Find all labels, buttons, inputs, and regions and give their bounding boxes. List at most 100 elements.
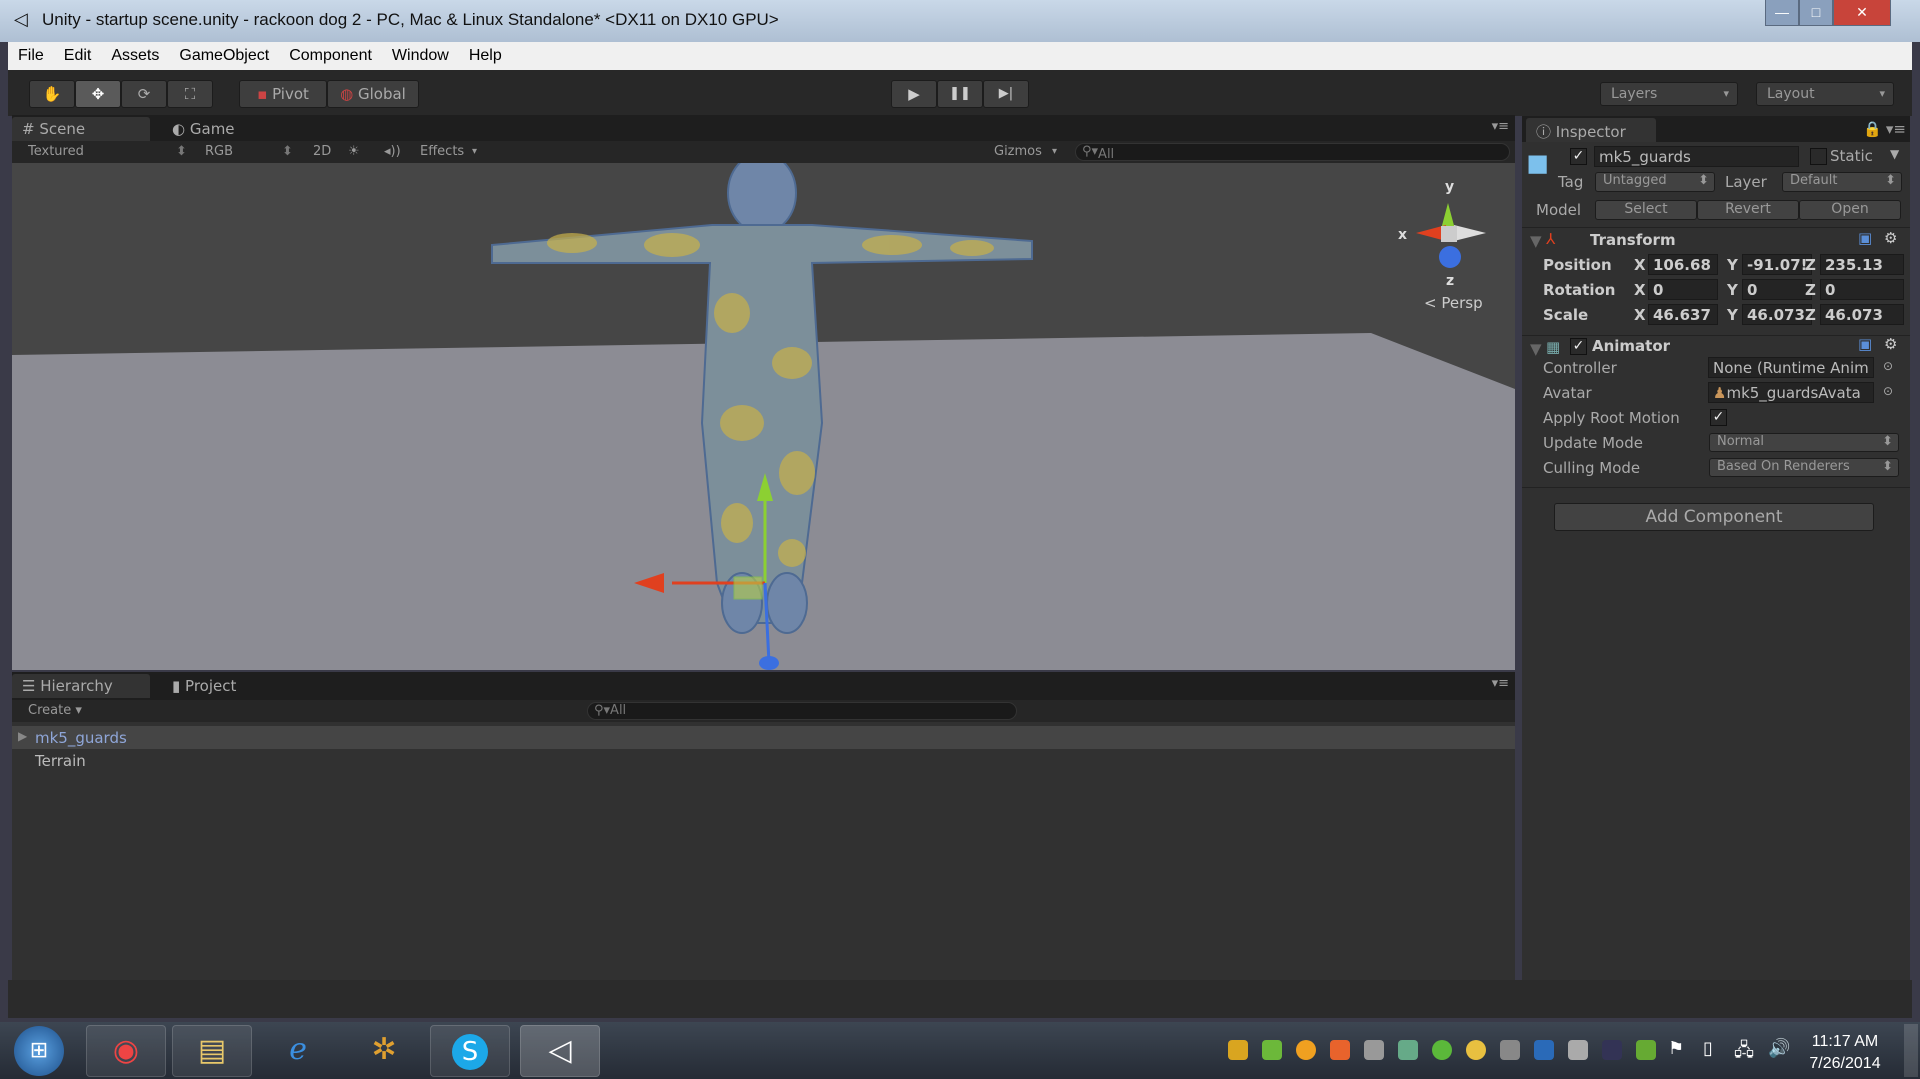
tab-inspector[interactable]: ⓘ Inspector: [1526, 118, 1656, 142]
add-component-button[interactable]: Add Component: [1554, 503, 1874, 531]
menu-component[interactable]: Component: [279, 42, 382, 70]
tray-disc-icon[interactable]: [1466, 1040, 1486, 1060]
tray-usb-icon[interactable]: [1398, 1040, 1418, 1060]
clock[interactable]: 11:17 AM 7/26/2014: [1800, 1031, 1890, 1075]
taskbar-chrome-icon[interactable]: ◉: [86, 1025, 166, 1077]
model-select-button[interactable]: Select: [1595, 200, 1697, 220]
lighting-toggle-icon[interactable]: ☀: [348, 144, 360, 159]
panel-menu-icon[interactable]: ▾≡: [1492, 119, 1509, 134]
culling-mode-dropdown[interactable]: Based On Renderers ⬍: [1709, 458, 1899, 477]
pivot-toggle[interactable]: ▪ Pivot: [239, 80, 327, 108]
lock-icon[interactable]: 🔒: [1863, 120, 1882, 138]
tray-printer-icon[interactable]: [1568, 1040, 1588, 1060]
tab-project[interactable]: ▮ Project: [162, 674, 246, 698]
tray-check-icon[interactable]: [1262, 1040, 1282, 1060]
taskbar-ie-icon[interactable]: ℯ: [258, 1025, 338, 1077]
move-tool-button[interactable]: ✥: [75, 80, 121, 108]
transform-x-field[interactable]: 106.68: [1648, 254, 1718, 275]
tray-network-app-icon[interactable]: [1602, 1040, 1622, 1060]
menu-window[interactable]: Window: [382, 42, 459, 70]
scene-viewport[interactable]: y x z < Persp: [12, 163, 1515, 670]
show-desktop-button[interactable]: [1904, 1024, 1918, 1077]
maximize-button[interactable]: □: [1799, 0, 1833, 26]
create-dropdown[interactable]: Create ▾: [28, 703, 82, 718]
hierarchy-item[interactable]: Terrain: [12, 749, 1515, 772]
help-icon[interactable]: ▣: [1858, 229, 1872, 247]
static-dropdown-icon[interactable]: ▼: [1890, 147, 1899, 161]
z-axis-handle[interactable]: [759, 656, 779, 670]
transform-z-field[interactable]: 0: [1820, 279, 1904, 300]
tray-utorrent-icon[interactable]: [1432, 1040, 1452, 1060]
update-mode-dropdown[interactable]: Normal ⬍: [1709, 433, 1899, 452]
taskbar-explorer-icon[interactable]: ▤: [172, 1025, 252, 1077]
object-picker-icon[interactable]: ⊙: [1883, 359, 1893, 373]
controller-field[interactable]: None (Runtime Anim: [1708, 357, 1874, 378]
tray-blue-icon[interactable]: [1534, 1040, 1554, 1060]
step-button[interactable]: ▶|: [983, 80, 1029, 108]
active-checkbox[interactable]: ✓: [1570, 148, 1587, 165]
menu-help[interactable]: Help: [459, 42, 512, 70]
tab-scene[interactable]: # Scene: [12, 117, 150, 141]
tab-hierarchy[interactable]: ☰ Hierarchy: [12, 674, 150, 698]
tab-game[interactable]: ◐ Game: [162, 117, 245, 141]
transform-z-field[interactable]: 235.13: [1820, 254, 1904, 275]
hierarchy-search-input[interactable]: ⚲▾All: [587, 702, 1017, 720]
tray-battery-icon[interactable]: ▯: [1703, 1038, 1713, 1059]
panel-menu-icon[interactable]: ▾≡: [1886, 120, 1906, 138]
menu-assets[interactable]: Assets: [101, 42, 169, 70]
transform-foldout-icon[interactable]: ▼: [1530, 232, 1542, 250]
layers-dropdown[interactable]: Layers: [1600, 82, 1738, 106]
avatar-field[interactable]: ♟mk5_guardsAvata: [1708, 382, 1874, 403]
scale-tool-button[interactable]: ⛶: [167, 80, 213, 108]
tray-flag-icon[interactable]: ⚑: [1668, 1038, 1684, 1059]
start-button[interactable]: ⊞: [14, 1026, 64, 1076]
menu-file[interactable]: File: [8, 42, 54, 70]
rotate-tool-button[interactable]: ⟳: [121, 80, 167, 108]
tray-volume-icon[interactable]: 🔊: [1768, 1038, 1790, 1059]
projection-label[interactable]: < Persp: [1424, 294, 1483, 312]
transform-y-field[interactable]: 46.073: [1742, 304, 1812, 325]
close-button[interactable]: ✕: [1833, 0, 1891, 26]
tray-red-icon[interactable]: [1330, 1040, 1350, 1060]
object-name-input[interactable]: mk5_guards: [1594, 146, 1799, 167]
transform-x-field[interactable]: 46.637: [1648, 304, 1718, 325]
pause-button[interactable]: ❚❚: [937, 80, 983, 108]
menu-gameobject[interactable]: GameObject: [169, 42, 279, 70]
taskbar-unity-icon[interactable]: ◁: [520, 1025, 600, 1077]
apply-root-motion-checkbox[interactable]: ✓: [1710, 409, 1727, 426]
tray-list-icon[interactable]: [1364, 1040, 1384, 1060]
2d-toggle[interactable]: 2D: [313, 144, 331, 159]
transform-z-field[interactable]: 46.073: [1820, 304, 1904, 325]
model-open-button[interactable]: Open: [1799, 200, 1901, 220]
layout-dropdown[interactable]: Layout: [1756, 82, 1894, 106]
global-toggle[interactable]: ◍ Global: [327, 80, 419, 108]
transform-y-field[interactable]: 0: [1742, 279, 1812, 300]
panel-menu-icon[interactable]: ▾≡: [1492, 676, 1509, 691]
tray-monitor-icon[interactable]: [1500, 1040, 1520, 1060]
animator-enabled-checkbox[interactable]: ✓: [1570, 338, 1587, 355]
help-icon[interactable]: ▣: [1858, 335, 1872, 353]
play-button[interactable]: ▶: [891, 80, 937, 108]
settings-gear-icon[interactable]: ⚙: [1884, 335, 1897, 353]
tray-network-icon[interactable]: 🖧: [1734, 1038, 1754, 1068]
settings-gear-icon[interactable]: ⚙: [1884, 229, 1897, 247]
hand-tool-button[interactable]: ✋: [29, 80, 75, 108]
taskbar-game-icon[interactable]: ✲: [344, 1025, 424, 1077]
orientation-gizmo[interactable]: y x z < Persp: [1398, 179, 1486, 312]
audio-toggle-icon[interactable]: ◂)): [384, 144, 401, 159]
model-revert-button[interactable]: Revert: [1697, 200, 1799, 220]
render-mode-dropdown[interactable]: Textured: [28, 144, 84, 159]
tray-norton-icon[interactable]: [1228, 1040, 1248, 1060]
gizmos-dropdown[interactable]: Gizmos: [994, 144, 1042, 159]
tag-dropdown[interactable]: Untagged ⬍: [1595, 172, 1715, 192]
scene-search-input[interactable]: ⚲▾ All: [1075, 143, 1510, 162]
effects-dropdown[interactable]: Effects: [420, 144, 464, 159]
static-checkbox[interactable]: [1810, 148, 1827, 165]
layer-dropdown[interactable]: Default ⬍: [1782, 172, 1902, 192]
hierarchy-item[interactable]: ▶ mk5_guards: [12, 726, 1515, 749]
transform-x-field[interactable]: 0: [1648, 279, 1718, 300]
plane-handle[interactable]: [733, 576, 763, 600]
object-picker-icon[interactable]: ⊙: [1883, 384, 1893, 398]
taskbar-skype-icon[interactable]: S: [430, 1025, 510, 1077]
tray-orange-icon[interactable]: [1296, 1040, 1316, 1060]
